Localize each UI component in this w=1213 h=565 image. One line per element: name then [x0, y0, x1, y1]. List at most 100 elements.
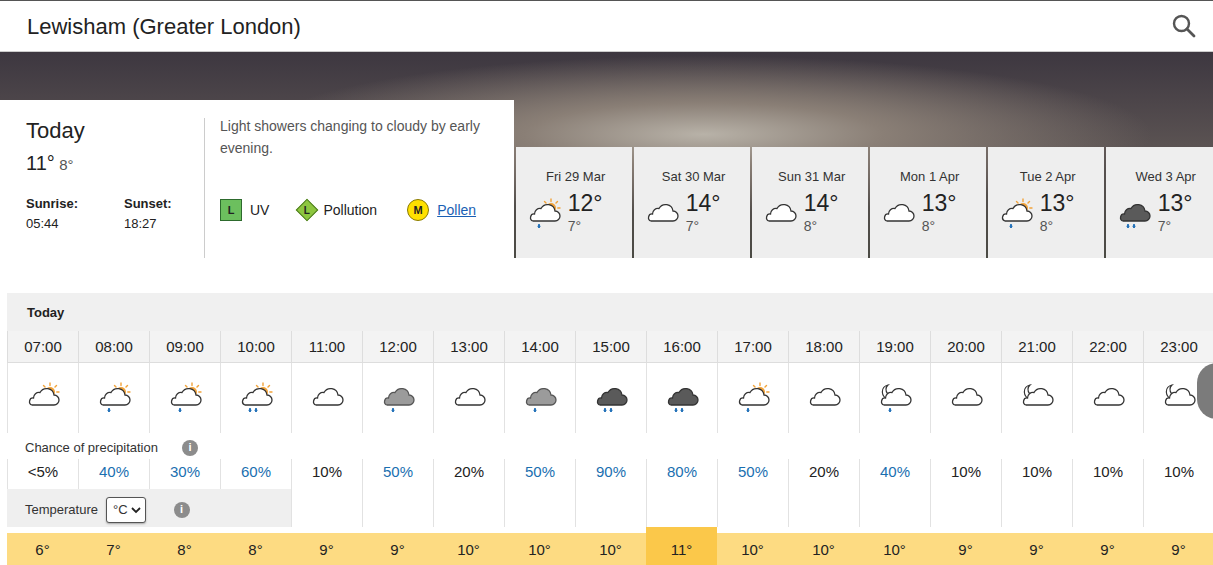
index-label: UV [250, 200, 269, 221]
square-badge: L [220, 199, 242, 221]
time-row: 07:0008:0009:0010:0011:0012:0013:0014:00… [7, 331, 1213, 363]
day-low: 7° [568, 216, 603, 237]
temp-label-gap [788, 489, 859, 527]
day-temps: 14°8° [804, 191, 839, 237]
sun-cloud-drizzle-icon [733, 381, 773, 415]
hour-time: 21:00 [1001, 331, 1072, 363]
temp-bar: 8° [220, 533, 291, 565]
unit-select[interactable]: °C [106, 497, 146, 523]
search-icon[interactable] [1167, 9, 1201, 43]
temp-bar: 10° [504, 533, 575, 565]
hour-time: 19:00 [859, 331, 930, 363]
scroll-button[interactable] [1197, 363, 1213, 419]
today-summary-text: Light showers changing to cloudy by earl… [220, 116, 490, 159]
day-temps: 13°8° [1040, 191, 1075, 237]
forecast-days: Fri 29 Mar12°7°Sat 30 Mar14°7°Sun 31 Mar… [514, 147, 1213, 258]
day-high: 13° [1158, 191, 1193, 216]
sun-times: Sunrise:05:44Sunset:18:27 [26, 194, 194, 233]
day-card[interactable]: Sun 31 Mar 14°8° [752, 147, 868, 258]
day-high: 12° [568, 191, 603, 216]
index-badge-text: M [414, 202, 423, 219]
temp-bar: 9° [1072, 533, 1143, 565]
precip-row: <5%40%30%60%10%50%20%50%90%80%50%20%40%1… [7, 459, 1213, 489]
temp-bar: 10° [859, 533, 930, 565]
day-forecast: 13°8° [878, 191, 982, 237]
day-temps: 14°7° [686, 191, 721, 237]
moon-cloud-icon [1159, 381, 1199, 415]
hour-time: 09:00 [149, 331, 220, 363]
precip-label: Chance of precipitation [25, 438, 158, 458]
location-bar: Lewisham (Greater London) [0, 0, 1213, 52]
hour-icon-cell [291, 363, 362, 433]
day-card[interactable]: Fri 29 Mar12°7° [516, 147, 632, 258]
day-card[interactable]: Mon 1 Apr 13°8° [870, 147, 986, 258]
today-summary-inner: Today11° 8°Sunrise:05:44Sunset:18:27 [26, 118, 194, 233]
cloud-icon [946, 381, 986, 415]
index-link[interactable]: Pollen [437, 200, 476, 221]
index-label: Pollution [323, 200, 377, 221]
diamond-badge: L [296, 199, 319, 222]
sunset-label: Sunset: [124, 194, 172, 214]
temp-label-gap [1001, 489, 1072, 527]
temp-bar: 11° [646, 527, 717, 565]
sun-cloud-drizzle-icon [165, 381, 205, 415]
precip-value: 40% [859, 459, 930, 489]
temp-bar: 6° [7, 533, 78, 565]
info-icon[interactable]: i [182, 440, 198, 456]
temp-bar: 9° [362, 533, 433, 565]
day-temps: 13°8° [922, 191, 957, 237]
info-icon[interactable]: i [174, 502, 190, 518]
day-label: Sun 31 Mar [760, 167, 864, 187]
precip-value: <5% [7, 459, 78, 489]
hour-time: 20:00 [930, 331, 1001, 363]
hour-icon-cell [859, 363, 930, 433]
day-label: Mon 1 Apr [878, 167, 982, 187]
temp-bar: 10° [717, 533, 788, 565]
cloud-icon [642, 197, 682, 231]
temp-label-gap [1143, 489, 1213, 527]
cloud-icon [307, 381, 347, 415]
cloud-icon [804, 381, 844, 415]
hour-icon-cell [220, 363, 291, 433]
precip-value: 10% [930, 459, 1001, 489]
precip-value: 50% [504, 459, 575, 489]
sunrise-label: Sunrise: [26, 194, 124, 214]
cloud-icon [1088, 381, 1128, 415]
temp-bar: 9° [1143, 533, 1213, 565]
temp-label-gap [646, 489, 717, 527]
today-details: Light showers changing to cloudy by earl… [205, 100, 514, 258]
dark-cloud-rain-icon [662, 381, 702, 415]
precip-value: 50% [717, 459, 788, 489]
today-low: 8° [59, 156, 73, 173]
hour-time: 10:00 [220, 331, 291, 363]
temp-label-gap [504, 489, 575, 527]
hour-icon-cell [788, 363, 859, 433]
day-card[interactable]: Sat 30 Mar14°7° [634, 147, 750, 258]
day-forecast: 13°7° [1114, 191, 1213, 237]
day-low: 7° [1158, 216, 1193, 237]
day-card[interactable]: Tue 2 Apr13°8° [988, 147, 1104, 258]
day-card[interactable]: Wed 3 Apr 13°7° [1106, 147, 1213, 258]
hour-time: 18:00 [788, 331, 859, 363]
precip-value: 30% [149, 459, 220, 489]
hour-time: 13:00 [433, 331, 504, 363]
hour-icon-cell [646, 363, 717, 433]
cloud-icon [449, 381, 489, 415]
temp-label-gap [1072, 489, 1143, 527]
temp-label-cell: Temperature°Ci [7, 489, 291, 527]
icon-row [7, 363, 1213, 433]
hour-time: 11:00 [291, 331, 362, 363]
hour-icon-cell [149, 363, 220, 433]
cloud-icon [878, 197, 918, 231]
precip-value: 10% [1072, 459, 1143, 489]
today-panel: Today11° 8°Sunrise:05:44Sunset:18:27Ligh… [0, 100, 514, 258]
index-item[interactable]: M Pollen [407, 199, 476, 221]
hour-time: 17:00 [717, 331, 788, 363]
today-temps: 11° 8° [26, 148, 194, 178]
day-label: Wed 3 Apr [1114, 167, 1213, 187]
sun-cloud-drizzle-icon [94, 381, 134, 415]
temp-bar: 9° [291, 533, 362, 565]
precip-value: 10% [1143, 459, 1213, 489]
moon-cloud-drizzle-icon [875, 381, 915, 415]
temp-label-gap [717, 489, 788, 527]
